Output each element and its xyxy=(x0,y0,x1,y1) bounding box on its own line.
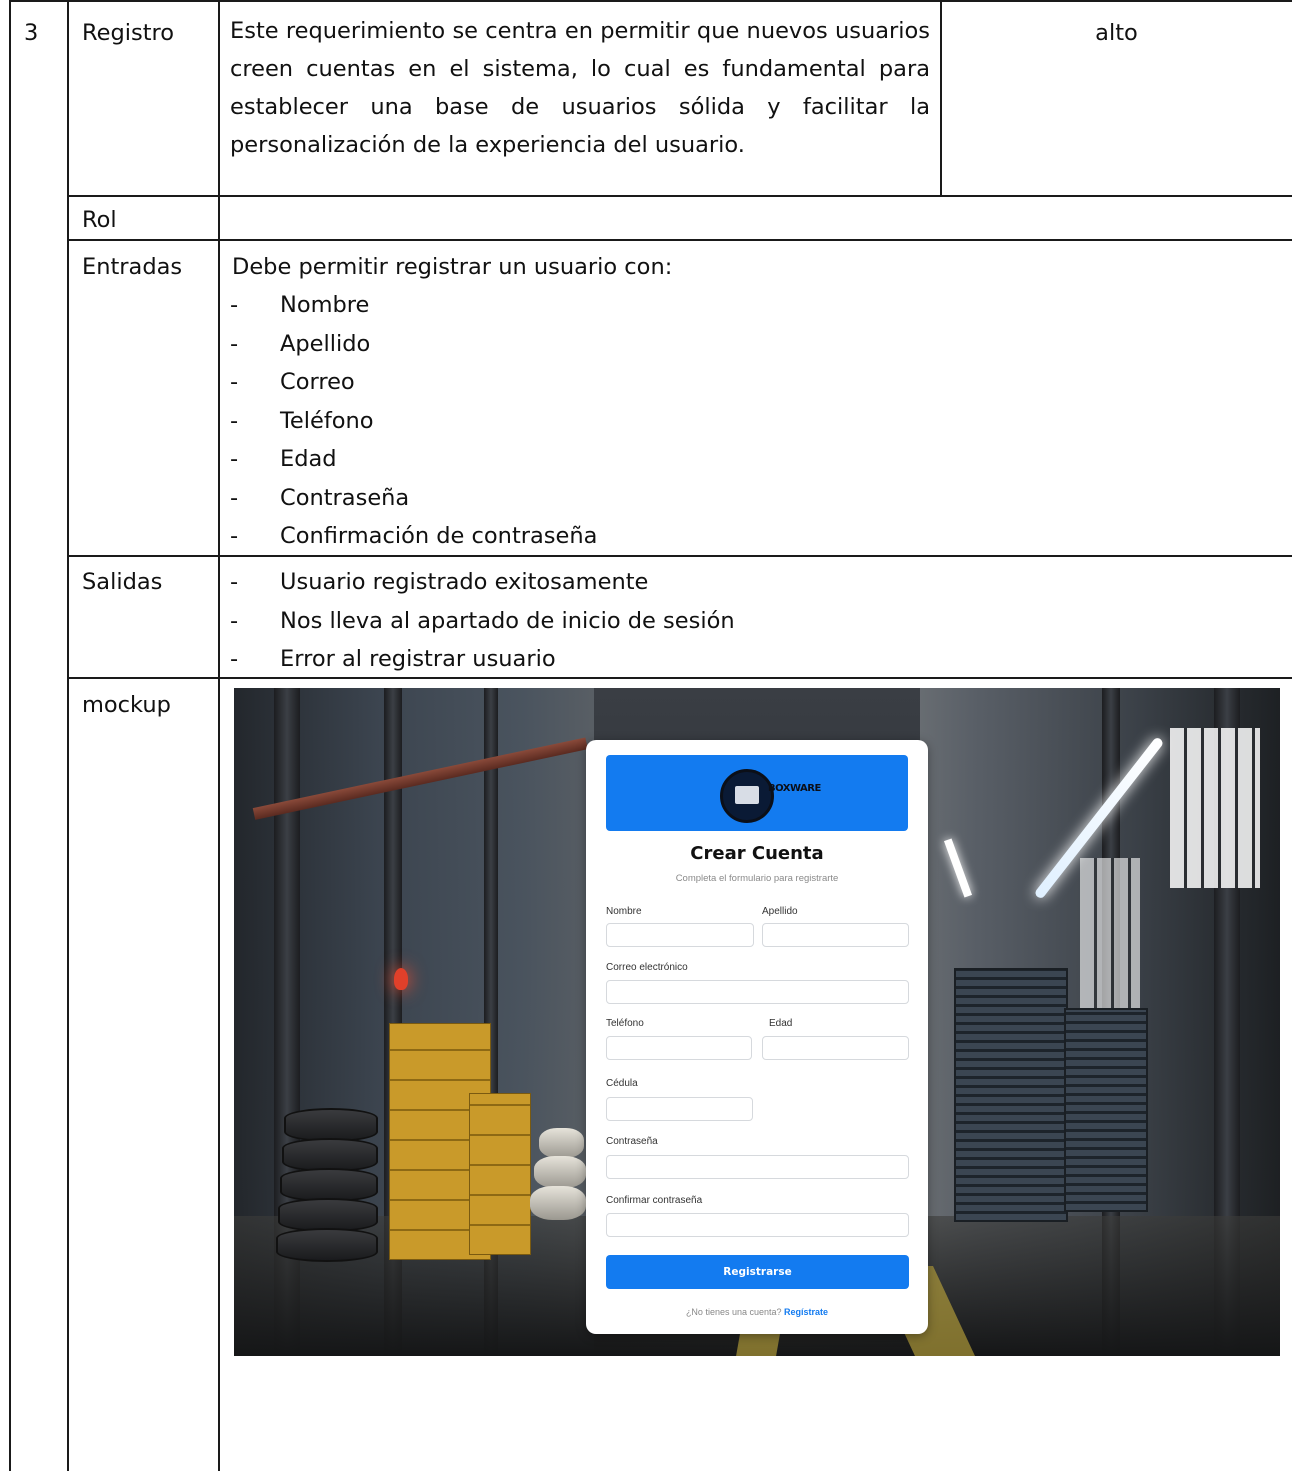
list-item: - Error al registrar usuario xyxy=(230,646,556,672)
list-item: - Apellido xyxy=(230,330,371,357)
table-top-border xyxy=(9,0,1292,2)
list-item: - Contraseña xyxy=(230,484,410,511)
col-divider-1 xyxy=(67,0,69,1471)
col-divider-2 xyxy=(218,0,220,1471)
window xyxy=(1170,728,1260,888)
list-item: - Correo xyxy=(230,369,355,395)
edad-label: Edad xyxy=(769,1018,793,1029)
salidas-list: - Usuario registrado exitosamente - Nos ll… xyxy=(230,563,735,679)
list-item-text: Confirmación de contraseña xyxy=(280,523,598,549)
cedula-label: Cédula xyxy=(606,1078,638,1089)
cedula-input[interactable] xyxy=(606,1097,753,1121)
list-item-text: Nos lleva al apartado de inicio de sesió… xyxy=(280,607,735,634)
entradas-list: - Nombre - Apellido - Correo - Teléfono - Eda… xyxy=(230,286,597,556)
list-item: - Confirmación de contraseña xyxy=(230,523,598,549)
rol-label: Rol xyxy=(82,207,117,233)
list-item-text: Edad xyxy=(280,446,337,472)
sacks xyxy=(530,1186,586,1220)
edad-input[interactable] xyxy=(762,1036,909,1060)
requirement-name: Registro xyxy=(82,20,175,46)
contrasena-input[interactable] xyxy=(606,1155,909,1179)
form-footer: ¿No tienes una cuenta? Regístrate xyxy=(586,1307,928,1317)
sacks xyxy=(534,1156,586,1188)
list-item-text: Nombre xyxy=(280,292,370,318)
salidas-label: Salidas xyxy=(82,569,163,595)
requirement-description: Este requerimiento se centra en permitir… xyxy=(230,18,930,158)
register-link[interactable]: Regístrate xyxy=(784,1307,828,1317)
entradas-label: Entradas xyxy=(82,254,183,280)
mockup-label: mockup xyxy=(82,692,171,718)
list-item: - Nombre xyxy=(230,292,370,318)
confirmar-label: Confirmar contraseña xyxy=(606,1195,703,1206)
contrasena-label: Contraseña xyxy=(606,1136,658,1147)
row-divider-2 xyxy=(67,239,1292,241)
register-button[interactable]: Registrarse xyxy=(606,1255,909,1289)
red-light xyxy=(394,968,408,990)
mockup-image: BOXWARE Crear Cuenta Completa el formula… xyxy=(234,688,1280,1356)
telefono-label: Teléfono xyxy=(606,1018,644,1029)
footer-text: ¿No tienes una cuenta? xyxy=(685,1307,782,1317)
entradas-intro: Debe permitir registrar un usuario con: xyxy=(232,254,673,280)
tire-stack xyxy=(284,1108,378,1142)
requirement-priority: alto xyxy=(1095,20,1138,46)
requirement-number: 3 xyxy=(24,20,39,46)
row-divider-1 xyxy=(67,195,1292,197)
register-form-card: BOXWARE Crear Cuenta Completa el formula… xyxy=(586,740,928,1334)
list-item-text: Contraseña xyxy=(280,484,410,511)
sacks xyxy=(539,1128,584,1158)
list-item: - Nos lleva al apartado de inicio de sesi… xyxy=(230,607,735,634)
logo-text: BOXWARE xyxy=(768,783,821,794)
list-item-text: Error al registrar usuario xyxy=(280,646,556,672)
server-rack xyxy=(1064,1008,1148,1212)
correo-input[interactable] xyxy=(606,980,909,1004)
list-item: - Teléfono xyxy=(230,407,374,434)
list-item-text: Teléfono xyxy=(280,407,374,434)
correo-label: Correo electrónico xyxy=(606,962,688,973)
list-item-text: Correo xyxy=(280,369,355,395)
tire-stack xyxy=(282,1138,378,1172)
form-banner: BOXWARE xyxy=(606,755,908,831)
telefono-input[interactable] xyxy=(606,1036,752,1060)
nombre-input[interactable] xyxy=(606,923,754,947)
form-title: Crear Cuenta xyxy=(690,843,824,864)
form-subtitle: Completa el formulario para registrarte xyxy=(675,873,839,884)
list-item-text: Apellido xyxy=(280,330,371,357)
yellow-boxes xyxy=(469,1093,531,1255)
nombre-label: Nombre xyxy=(606,906,642,917)
window xyxy=(1080,858,1140,1008)
list-item: - Edad xyxy=(230,446,337,472)
confirmar-input[interactable] xyxy=(606,1213,909,1237)
server-rack xyxy=(954,968,1068,1222)
apellido-input[interactable] xyxy=(762,923,909,947)
box-logo-icon xyxy=(720,769,774,823)
table-left-border xyxy=(9,0,11,1471)
list-item-text: Usuario registrado exitosamente xyxy=(280,569,649,595)
apellido-label: Apellido xyxy=(762,906,798,917)
tire-stack xyxy=(280,1168,378,1202)
tire-stack xyxy=(276,1228,378,1262)
list-item: - Usuario registrado exitosamente xyxy=(230,569,649,595)
tire-stack xyxy=(278,1198,378,1232)
